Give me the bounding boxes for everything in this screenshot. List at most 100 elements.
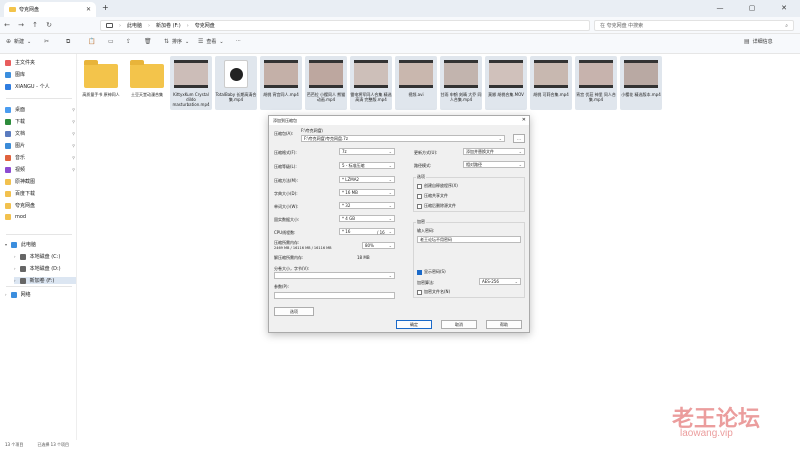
encrypt-names-checkbox[interactable]: 加密文件名(N): [417, 289, 450, 295]
file-item[interactable]: TotalBaby 长期高清合集.mp4: [215, 56, 257, 110]
minimize-button[interactable]: —: [704, 0, 736, 17]
file-item[interactable]: 胡桃 宵宫同人.mp4: [260, 56, 302, 110]
sort-icon: ⇅: [164, 38, 170, 45]
encrypt-names-label: 加密文件名(N): [424, 289, 451, 294]
sidebar-item[interactable]: › 网络: [5, 291, 75, 298]
back-icon[interactable]: ←: [0, 21, 14, 29]
chevron-right-icon[interactable]: ›: [5, 292, 7, 297]
format-select[interactable]: 7z ⌄: [339, 148, 395, 155]
password-input[interactable]: 老王论坛不用密码: [417, 236, 521, 243]
split-select[interactable]: ⌄: [274, 272, 395, 279]
options-button[interactable]: 选项: [274, 307, 314, 316]
sidebar-item[interactable]: XIANGU - 个人: [5, 83, 75, 90]
play-icon: [230, 68, 243, 81]
folder-item[interactable]: 高质量手书 原神同人: [80, 56, 122, 110]
more-button[interactable]: ···: [236, 38, 241, 44]
dict-select[interactable]: * 16 MB ⌄: [339, 189, 395, 196]
archive-path-input[interactable]: F:\夸克网盘\夸克网盘.7z ⌄: [301, 135, 505, 142]
file-item[interactable]: 视频.avi: [395, 56, 437, 110]
params-input[interactable]: [274, 292, 395, 299]
folder-item[interactable]: 土豆天堂动漫合集: [126, 56, 168, 110]
breadcrumb-item[interactable]: 新加卷 (F:): [156, 22, 181, 29]
search-input[interactable]: 在 夸克网盘 中搜索 ⌕: [594, 20, 794, 31]
details-button[interactable]: ▤ 详细信息: [744, 38, 773, 45]
level-select[interactable]: 5 - 标准压缩 ⌄: [339, 162, 395, 169]
view-button[interactable]: ☰ 查看 ⌄: [198, 38, 224, 45]
sidebar-item[interactable]: 文档 ⚲: [5, 130, 75, 137]
new-tab-button[interactable]: +: [102, 3, 109, 12]
cut-icon[interactable]: ✂: [44, 38, 49, 45]
sfx-checkbox[interactable]: 创建自释放程序(X): [417, 183, 458, 189]
show-password-checkbox[interactable]: 显示密码(S): [417, 269, 446, 275]
sidebar-item[interactable]: 百度下载: [5, 190, 75, 197]
breadcrumb-item[interactable]: 此电脑: [127, 22, 142, 29]
chevron-right-icon[interactable]: ›: [14, 254, 16, 259]
file-item[interactable]: 莫娜 胡桃合集.MOV: [485, 56, 527, 110]
cpu-select[interactable]: * 16 ⌄: [339, 228, 395, 235]
file-item[interactable]: 小樱花 精选版本.mp4: [620, 56, 662, 110]
rename-icon[interactable]: ▭: [108, 38, 114, 45]
help-button[interactable]: 帮助: [486, 320, 522, 329]
sidebar-item[interactable]: 图片 ⚲: [5, 142, 75, 149]
video-thumbnail: [354, 60, 388, 88]
enc-method-select[interactable]: AES-256 ⌄: [479, 278, 521, 285]
sidebar-item[interactable]: 视频 ⚲: [5, 166, 75, 173]
chevron-down-icon: ⌄: [388, 273, 392, 278]
sidebar-item[interactable]: 原神截图: [5, 178, 75, 185]
delete-after-checkbox[interactable]: 压缩后删除源文件: [417, 203, 456, 209]
file-item[interactable]: 甘雨 申鹤 刻晴 大乔 同人合集.mp4: [440, 56, 482, 110]
tab-quark[interactable]: 夸克网盘 ✕: [4, 2, 96, 17]
sidebar-item-icon: [5, 71, 11, 78]
sidebar-item[interactable]: ▾ 此电脑: [5, 241, 75, 248]
word-select[interactable]: * 32 ⌄: [339, 202, 395, 209]
sidebar-item[interactable]: 音乐 ⚲: [5, 154, 75, 161]
sidebar-item-label: XIANGU - 个人: [15, 84, 50, 90]
chevron-right-icon[interactable]: ›: [14, 278, 16, 283]
sidebar-item[interactable]: › 本地磁盘 (C:): [14, 253, 84, 260]
paste-icon[interactable]: 📋: [88, 38, 95, 45]
file-name: 高质量手书 原神同人: [82, 92, 120, 97]
path-mode-select[interactable]: 相对路径 ⌄: [463, 161, 525, 168]
level-label: 压缩等级(L):: [274, 164, 297, 169]
up-icon[interactable]: ↑: [28, 21, 42, 29]
refresh-icon[interactable]: ↻: [42, 21, 56, 29]
sort-button[interactable]: ⇅ 排序 ⌄: [164, 38, 189, 45]
ok-button[interactable]: 确定: [396, 320, 432, 329]
chevron-down-icon: ⌄: [388, 243, 392, 248]
dialog-close-button[interactable]: ✕: [522, 116, 526, 125]
new-button[interactable]: ⊕ 新建 ⌄: [6, 38, 31, 45]
file-item[interactable]: 胡桃 可莉合集.mp4: [530, 56, 572, 110]
close-button[interactable]: ✕: [768, 0, 800, 17]
update-select[interactable]: 添加并替换文件 ⌄: [463, 148, 525, 155]
file-item[interactable]: 宵宫 优菈 神里 同人合集.mp4: [575, 56, 617, 110]
cancel-button[interactable]: 取消: [441, 320, 477, 329]
sidebar-item[interactable]: › 本地磁盘 (D:): [14, 265, 84, 272]
delete-icon[interactable]: 🗑: [144, 38, 152, 45]
chevron-down-icon[interactable]: ▾: [5, 242, 7, 247]
sidebar-item[interactable]: 桌面 ⚲: [5, 106, 75, 113]
file-item[interactable]: 雷电将军同人合集 精选 高清 完整版.mp4: [350, 56, 392, 110]
breadcrumb[interactable]: › 此电脑 › 新加卷 (F:) › 夸克网盘: [100, 20, 590, 31]
method-select[interactable]: * LZMA2 ⌄: [339, 176, 395, 183]
file-item[interactable]: KittyxKum Crystal dildo masturbation.mp4: [170, 56, 212, 110]
close-tab-icon[interactable]: ✕: [86, 6, 91, 13]
chevron-right-icon[interactable]: ›: [14, 266, 16, 271]
browse-button[interactable]: ...: [513, 134, 525, 143]
sidebar-item[interactable]: 图库: [5, 71, 75, 78]
breadcrumb-item[interactable]: 夸克网盘: [195, 22, 215, 29]
sidebar-item[interactable]: › 新加卷 (F:): [14, 277, 76, 284]
sidebar-item-label: 图片: [15, 143, 26, 149]
mem-percent-select[interactable]: 80% ⌄: [362, 242, 395, 249]
sidebar-item[interactable]: 主文件夹: [5, 59, 75, 66]
file-item[interactable]: 芭芭拉 小樱同人 熊猫动画.mp4: [305, 56, 347, 110]
copy-icon[interactable]: ⧉: [66, 38, 70, 46]
sidebar-item[interactable]: 下载 ⚲: [5, 118, 75, 125]
sidebar-item[interactable]: mod: [5, 214, 75, 220]
forward-icon[interactable]: →: [14, 21, 28, 29]
share-icon[interactable]: ⇪: [126, 38, 131, 45]
maximize-button[interactable]: ▢: [736, 0, 768, 17]
cpu-value: * 16: [342, 229, 351, 234]
shared-checkbox[interactable]: 压缩共享文件: [417, 193, 448, 199]
sidebar-item[interactable]: 夸克网盘: [5, 202, 75, 209]
solid-select[interactable]: * 4 GB ⌄: [339, 215, 395, 222]
